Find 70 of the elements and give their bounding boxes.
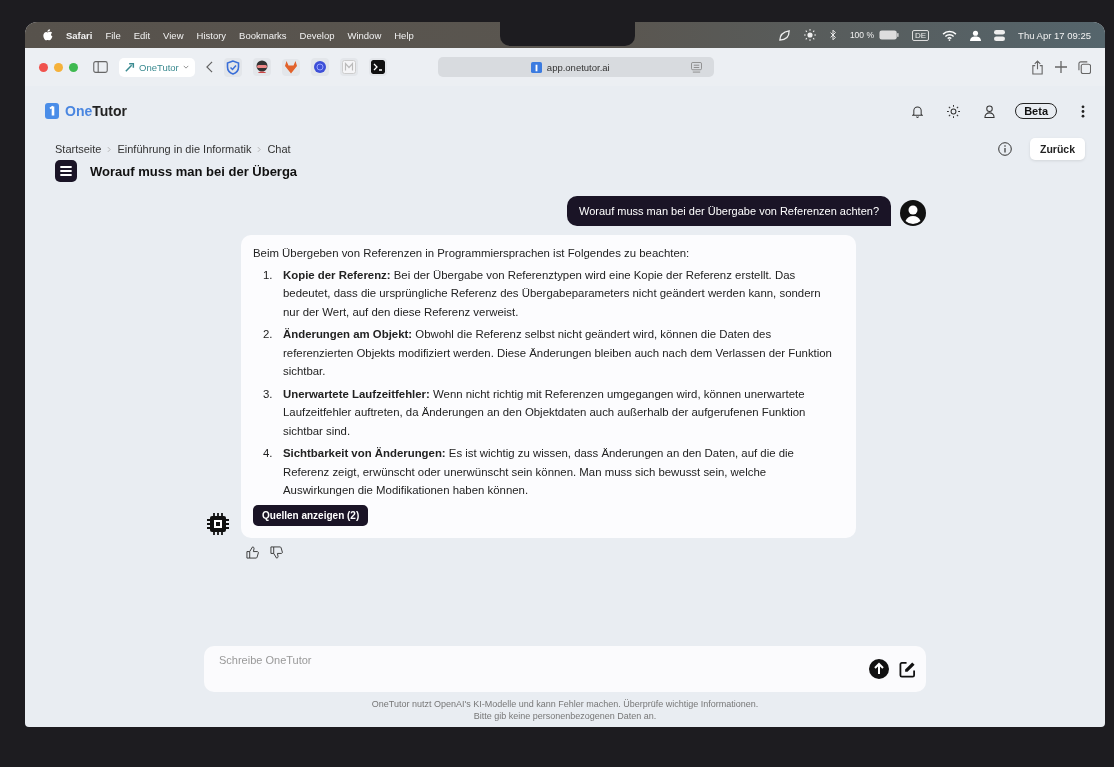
site-favicon-icon (530, 61, 542, 73)
breadcrumb-link[interactable]: Chat (267, 143, 291, 155)
list-item-text: Änderungen am Objekt: Obwohl die Referenz selbst nicht geändert wird, können die Daten des referenzierten Objekts modifiziert werden. Diese Änderungen bleiben auch nach dem Verlassen der Funktion sichtbar. (283, 327, 832, 379)
terminal-icon[interactable] (368, 58, 387, 76)
leaf-icon[interactable] (777, 28, 791, 42)
menu-item[interactable]: View (163, 29, 184, 41)
answer-intro: Beim Übergeben von Referenzen in Programmiersprachen ist Folgendes zu beachten: (253, 246, 691, 261)
edit-icon[interactable] (899, 660, 916, 678)
list-item-text: Kopie der Referenz: Bei der Übergabe von Referenztypen wird eine Kopie der Referenz erstellt. Das bedeutet, dass die ursprüngliche Referenz des Übergabeparameters nicht geändert werden kann, sondern nur der Wert, auf den diese Referenz verweist. (283, 267, 822, 320)
bell-icon[interactable] (912, 104, 924, 118)
profile-icon[interactable] (984, 104, 996, 118)
list-number: 3. (263, 386, 274, 402)
sources-button[interactable]: Quellen anzeigen (2) (253, 504, 369, 526)
logo-text[interactable]: OneTutor (65, 103, 127, 119)
send-icon[interactable] (869, 659, 889, 679)
more-options-icon[interactable] (1081, 104, 1085, 118)
menu-bar-clock[interactable]: Thu Apr 17 09:25 (1018, 29, 1091, 41)
breadcrumb-link[interactable]: Einführung in die Informatik (117, 143, 252, 155)
wifi-icon[interactable] (942, 29, 958, 41)
message-input[interactable]: Schreibe OneTutor (219, 654, 859, 666)
chevron-down-icon (182, 65, 189, 69)
tab-group-button[interactable]: OneTutor (119, 57, 195, 77)
battery-icon[interactable] (879, 30, 899, 40)
disclaimer-text: OneTutor nutzt OpenAI's KI-Modelle und kann Fehler machen. Überprüfe wichtige Informationen. (371, 699, 759, 709)
menu-item[interactable]: Help (394, 29, 414, 41)
back-icon[interactable] (205, 61, 213, 73)
menu-item[interactable]: File (105, 29, 121, 41)
user-message: Worauf muss man bei der Übergabe von Referenzen achten? (566, 196, 891, 226)
menu-icon[interactable] (55, 160, 77, 182)
sidebar-icon[interactable] (93, 61, 108, 73)
chip-icon (206, 511, 230, 536)
input-source-badge[interactable]: DE (912, 29, 930, 41)
chevron-right-icon (257, 145, 262, 153)
avatar-icon (900, 200, 926, 226)
close-window-button[interactable] (39, 62, 48, 72)
breadcrumb-link[interactable]: Startseite (55, 143, 102, 155)
battery-percent: 100 % (849, 30, 874, 40)
menu-item[interactable]: Safari (66, 29, 93, 41)
menu-item[interactable]: Edit (133, 29, 151, 41)
menu-item[interactable]: Bookmarks (239, 29, 287, 41)
control-center-icon[interactable] (994, 29, 1006, 41)
address-field[interactable]: app.onetutor.ai (437, 57, 714, 77)
disclaimer-text: Bitte gib keine personenbezogenen Daten an. (473, 711, 657, 721)
brightness-icon[interactable] (803, 29, 816, 41)
user-icon[interactable] (970, 29, 982, 41)
bluetooth-icon[interactable] (828, 29, 837, 41)
back-button[interactable]: Zurück (1030, 138, 1085, 160)
info-icon[interactable] (998, 142, 1012, 156)
thumbs-down-icon[interactable] (270, 545, 283, 559)
list-item-text: Unerwartete Laufzeitfehler: Wenn nicht richtig mit Referenzen umgegangen wird, können unerwartete Laufzeitfehler auftreten, da Änderungen an den Objektdaten auch außerhalb der aufgerufenen Funktion sichtbar sind. (283, 386, 807, 439)
plus-icon[interactable] (1055, 61, 1067, 73)
sun-icon[interactable] (947, 104, 961, 118)
logo-icon (45, 103, 59, 119)
list-number: 2. (263, 327, 274, 342)
shield-icon[interactable] (223, 57, 242, 77)
menu-item[interactable]: Window (347, 29, 382, 41)
extension-icon[interactable] (252, 58, 271, 76)
thumbs-up-icon[interactable] (246, 545, 259, 559)
chat-title: Worauf muss man bei der Überga (90, 163, 298, 179)
circle-icon[interactable] (310, 58, 329, 76)
share-icon[interactable] (1031, 59, 1044, 75)
list-item-text: Sichtbarkeit von Änderungen: Es ist wichtig zu wissen, dass Änderungen an den Daten, auf die die Referenz zeigt, erwünscht oder unerwünscht sein können. Man muss sich bewusst sein, welche Auswirkungen die Modifikationen haben können. (283, 446, 795, 498)
list-number: 4. (263, 446, 274, 461)
fox-icon[interactable] (281, 58, 300, 76)
tabs-overview-icon[interactable] (1078, 60, 1091, 74)
menu-item[interactable]: Develop (299, 29, 335, 41)
chevron-right-icon (107, 145, 112, 153)
menu-item[interactable]: History (196, 29, 227, 41)
apple-icon[interactable] (43, 29, 53, 41)
list-number: 1. (263, 267, 274, 283)
